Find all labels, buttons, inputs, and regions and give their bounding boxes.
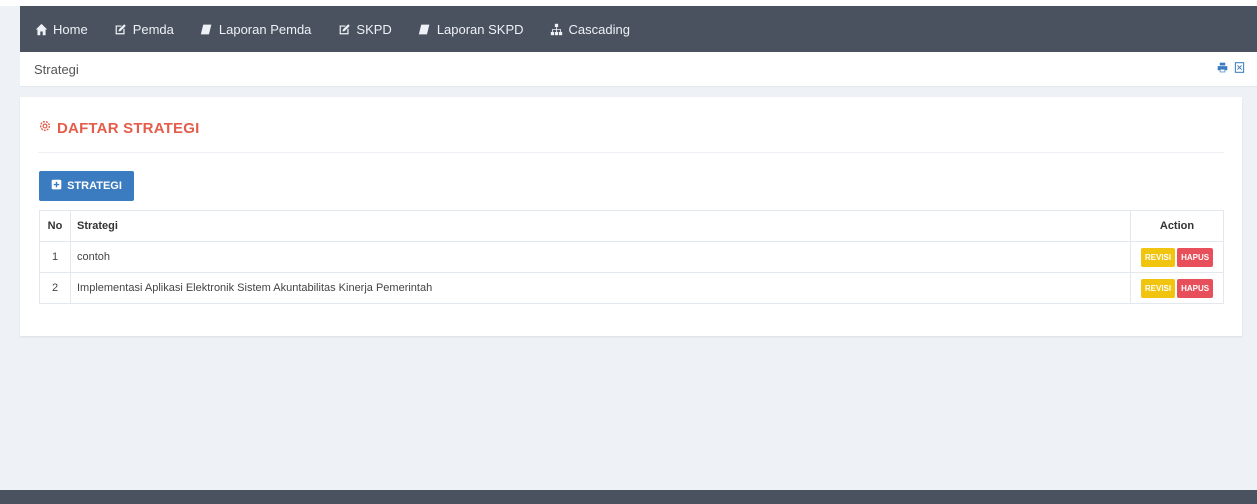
header-action: Action <box>1130 210 1224 242</box>
add-strategi-label: STRATEGI <box>67 180 122 192</box>
nav-home-label: Home <box>53 21 88 37</box>
nav-cascading[interactable]: Cascading <box>550 22 630 37</box>
panel-divider <box>38 152 1224 153</box>
row-strategi: contoh <box>70 241 1131 273</box>
nav-pemda[interactable]: Pemda <box>114 22 174 37</box>
nav-laporan-skpd-label: Laporan SKPD <box>436 21 524 37</box>
row-actions: REVISI HAPUS <box>1130 272 1224 304</box>
nav-laporan-skpd[interactable]: Laporan SKPD <box>418 22 524 37</box>
nav-cascading-label: Cascading <box>568 21 630 37</box>
row-no: 2 <box>39 272 71 304</box>
table-row: 2 Implementasi Aplikasi Elektronik Siste… <box>39 272 1224 304</box>
panel-title-text: DAFTAR STRATEGI <box>57 119 200 137</box>
nav-skpd[interactable]: SKPD <box>337 21 392 37</box>
revisi-button[interactable]: REVISI <box>1140 247 1176 267</box>
plus-square-icon <box>51 179 67 193</box>
nav-skpd-label: SKPD <box>356 21 392 37</box>
edit-icon <box>114 22 128 36</box>
sitemap-icon <box>550 22 564 36</box>
hapus-button[interactable]: HAPUS <box>1177 247 1214 267</box>
book-icon <box>200 22 214 36</box>
strategy-panel: DAFTAR STRATEGI STRATEGI No Strategi Act… <box>20 97 1242 336</box>
nav-pemda-label: Pemda <box>132 21 174 37</box>
nav-laporan-pemda[interactable]: Laporan Pemda <box>200 21 312 37</box>
nav-laporan-pemda-label: Laporan Pemda <box>218 21 312 37</box>
breadcrumb-bar: Strategi <box>20 52 1257 87</box>
hapus-button[interactable]: HAPUS <box>1177 278 1214 298</box>
nav-home[interactable]: Home <box>34 22 88 37</box>
add-strategi-button[interactable]: STRATEGI <box>39 171 134 201</box>
table-header-row: No Strategi Action <box>39 210 1224 242</box>
page-tools <box>1217 60 1245 78</box>
footer-bar <box>0 490 1257 504</box>
revisi-button[interactable]: REVISI <box>1140 278 1176 298</box>
header-no: No <box>39 210 71 242</box>
breadcrumb: Strategi <box>34 61 79 77</box>
edit-icon <box>337 22 351 36</box>
book-icon <box>418 22 432 36</box>
home-icon <box>34 22 48 36</box>
excel-icon[interactable] <box>1234 60 1245 78</box>
row-actions: REVISI HAPUS <box>1130 241 1224 273</box>
top-navbar: Home Pemda Laporan Pemda SKPD Laporan SK… <box>20 6 1257 52</box>
table-row: 1 contoh REVISI HAPUS <box>39 241 1224 273</box>
gear-icon <box>38 119 57 137</box>
print-icon[interactable] <box>1217 60 1228 78</box>
panel-title: DAFTAR STRATEGI <box>38 119 199 137</box>
row-strategi: Implementasi Aplikasi Elektronik Sistem … <box>70 272 1131 304</box>
strategy-table: No Strategi Action 1 contoh REVISI HAPUS … <box>39 210 1224 304</box>
row-no: 1 <box>39 241 71 273</box>
header-strategi: Strategi <box>70 210 1131 242</box>
